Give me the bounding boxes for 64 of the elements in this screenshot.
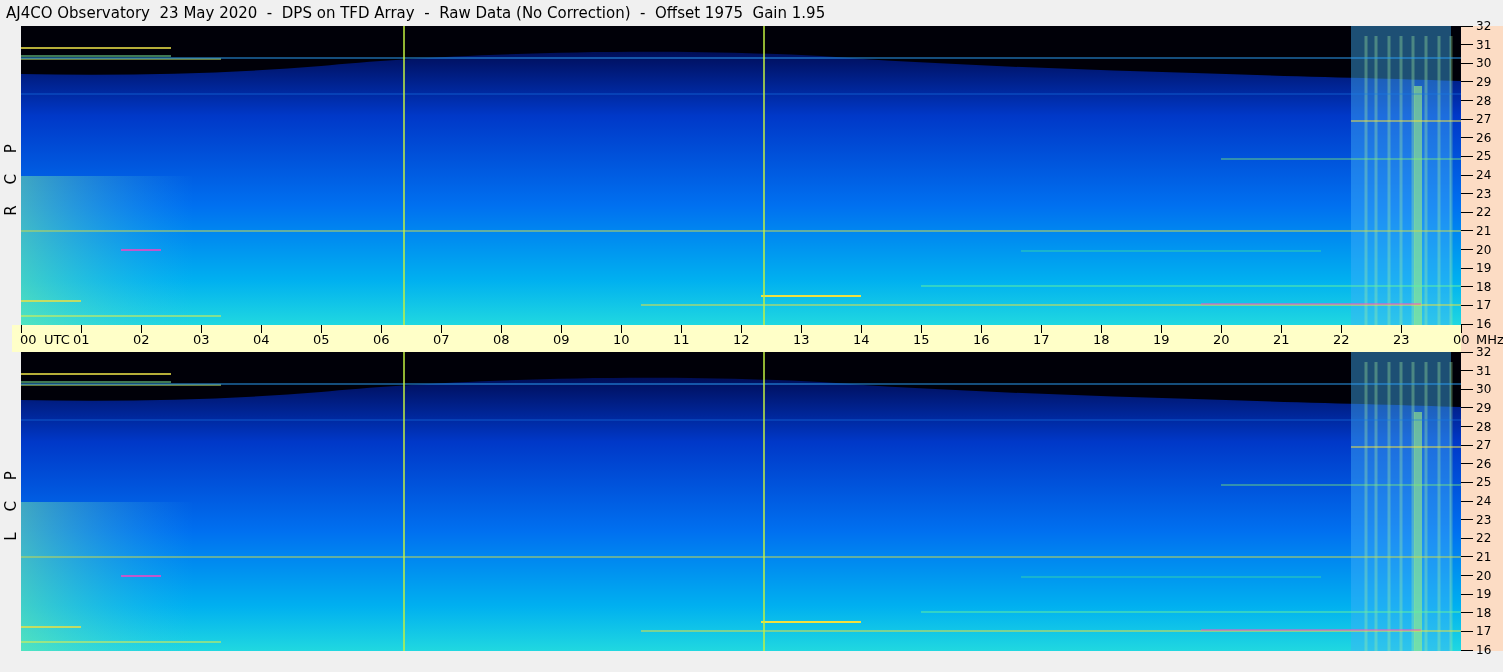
time-tick-label: 02 (133, 332, 150, 347)
frequency-tick-label: 18 (1476, 605, 1492, 620)
frequency-tick-label: 30 (1476, 56, 1492, 71)
frequency-tick-label: 31 (1476, 37, 1492, 52)
frequency-tick-label: 16 (1476, 643, 1492, 657)
frequency-tick-label: 20 (1476, 242, 1492, 257)
frequency-tick-label: 23 (1476, 186, 1492, 201)
time-unit-label: UTC (44, 332, 70, 347)
frequency-tick-label: 26 (1476, 456, 1492, 471)
window-title: AJ4CO Observatory 23 May 2020 - DPS on TFD Array - Raw Data (No Correction) - Offset 1975 Gain 1.95 (6, 4, 826, 22)
frequency-tick-label: 16 (1476, 317, 1492, 331)
frequency-tick-label: 20 (1476, 568, 1492, 583)
frequency-tick-label: 19 (1476, 261, 1492, 276)
frequency-tick-label: 27 (1476, 438, 1492, 453)
frequency-tick-label: 25 (1476, 475, 1492, 490)
frequency-tick-label: 30 (1476, 382, 1492, 397)
frequency-tick-label: 26 (1476, 130, 1492, 145)
time-tick-label: 05 (313, 332, 330, 347)
time-tick-label: 22 (1333, 332, 1350, 347)
time-tick-label: 00 (20, 332, 37, 347)
time-tick-label: 21 (1273, 332, 1290, 347)
time-tick-label: 15 (913, 332, 930, 347)
frequency-tick-label: 17 (1476, 624, 1492, 639)
time-tick-label: 18 (1093, 332, 1110, 347)
time-tick-label: 04 (253, 332, 270, 347)
time-tick-label: 06 (373, 332, 390, 347)
frequency-tick-label: 17 (1476, 298, 1492, 313)
frequency-tick-label: 31 (1476, 363, 1492, 378)
time-tick-label: 01 (73, 332, 90, 347)
frequency-tick-label: 23 (1476, 512, 1492, 527)
frequency-tick-label: 27 (1476, 112, 1492, 127)
frequency-tick-label: 22 (1476, 205, 1492, 220)
time-tick-label: 00 (1453, 332, 1470, 347)
frequency-tick-label: 32 (1476, 345, 1492, 359)
frequency-tick-label: 24 (1476, 168, 1492, 182)
time-tick-label: 03 (193, 332, 210, 347)
time-tick-label: 12 (733, 332, 750, 347)
time-tick-label: 13 (793, 332, 810, 347)
time-tick-label: 09 (553, 332, 570, 347)
time-tick-label: 11 (673, 332, 690, 347)
polarization-label: R C P (1, 135, 20, 216)
time-tick-label: 14 (853, 332, 870, 347)
frequency-tick-label: 28 (1476, 419, 1492, 434)
time-tick-label: 10 (613, 332, 630, 347)
frequency-tick-label: 19 (1476, 587, 1492, 602)
polarization-label: L C P (1, 462, 20, 541)
time-tick-label: 16 (973, 332, 990, 347)
frequency-tick-label: 29 (1476, 74, 1492, 89)
time-tick-label: 19 (1153, 332, 1170, 347)
time-tick-label: 07 (433, 332, 450, 347)
frequency-unit-label: MHz (1476, 332, 1503, 347)
frequency-tick-label: 28 (1476, 93, 1492, 108)
frequency-tick-label: 21 (1476, 223, 1492, 238)
frequency-tick-label: 29 (1476, 400, 1492, 415)
frequency-tick-label: 32 (1476, 19, 1492, 33)
frequency-tick-label: 18 (1476, 279, 1492, 294)
time-tick-label: 23 (1393, 332, 1410, 347)
frequency-tick-label: 24 (1476, 494, 1492, 508)
frequency-tick-label: 21 (1476, 549, 1492, 564)
frequency-tick-label: 25 (1476, 149, 1492, 164)
time-tick-label: 20 (1213, 332, 1230, 347)
time-tick-label: 08 (493, 332, 510, 347)
time-tick-label: 17 (1033, 332, 1050, 347)
frequency-tick-label: 22 (1476, 531, 1492, 546)
